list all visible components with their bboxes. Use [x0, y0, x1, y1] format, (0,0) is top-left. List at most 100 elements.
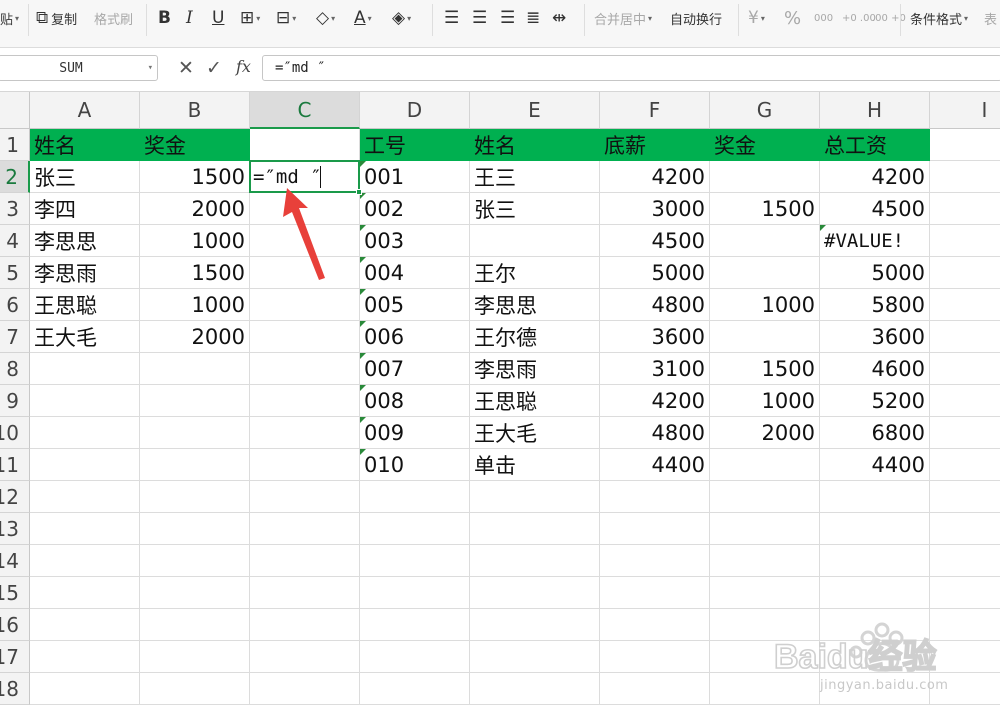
cell-e9[interactable]: 王思聪: [470, 385, 600, 417]
grid-cell[interactable]: [930, 321, 1000, 353]
cell-e5[interactable]: 王尔: [470, 257, 600, 289]
grid-cell[interactable]: [30, 641, 140, 673]
grid-cell[interactable]: [140, 641, 250, 673]
cell-style-button[interactable]: ⊟ ▾: [276, 0, 296, 36]
cell-h5[interactable]: 5000: [820, 257, 930, 289]
grid-cell[interactable]: [140, 673, 250, 705]
grid-cell[interactable]: [140, 513, 250, 545]
grid-cell[interactable]: [250, 353, 360, 385]
grid-cell[interactable]: [140, 385, 250, 417]
row-header-2[interactable]: 2: [0, 161, 30, 193]
row-header-1[interactable]: 1: [0, 129, 30, 161]
grid-cell[interactable]: [360, 545, 470, 577]
grid-cell[interactable]: [710, 513, 820, 545]
row-header-12[interactable]: 12: [0, 481, 30, 513]
underline-button[interactable]: U: [212, 0, 224, 36]
grid-cell[interactable]: [470, 673, 600, 705]
grid-cell[interactable]: [250, 609, 360, 641]
grid-cell[interactable]: [600, 577, 710, 609]
grid-cell[interactable]: [820, 513, 930, 545]
cell-f10[interactable]: 4800: [600, 417, 710, 449]
grid-cell[interactable]: [470, 545, 600, 577]
column-header-c[interactable]: C: [250, 92, 360, 129]
cell-d6[interactable]: 005: [360, 289, 470, 321]
grid-cell[interactable]: [360, 673, 470, 705]
cell-e7[interactable]: 王尔德: [470, 321, 600, 353]
row-header-14[interactable]: 14: [0, 545, 30, 577]
row-header-10[interactable]: 10: [0, 417, 30, 449]
grid-cell[interactable]: [600, 641, 710, 673]
cell-h1[interactable]: 总工资: [820, 129, 930, 161]
grid-cell[interactable]: [600, 673, 710, 705]
table-style-button[interactable]: 表: [984, 0, 997, 36]
merge-center-button[interactable]: 合并居中 ▾: [594, 0, 652, 36]
cell-g7[interactable]: [710, 321, 820, 353]
grid-cell[interactable]: [600, 609, 710, 641]
cell-f4[interactable]: 4500: [600, 225, 710, 257]
cell-g3[interactable]: 1500: [710, 193, 820, 225]
grid-cell[interactable]: [930, 545, 1000, 577]
grid-cell[interactable]: [600, 545, 710, 577]
cell-f3[interactable]: 3000: [600, 193, 710, 225]
cell-g2[interactable]: [710, 161, 820, 193]
cell-h11[interactable]: 4400: [820, 449, 930, 481]
grid-cell[interactable]: [30, 513, 140, 545]
cell-b2[interactable]: 1500: [140, 161, 250, 193]
grid-cell[interactable]: [250, 257, 360, 289]
column-header-a[interactable]: A: [30, 92, 140, 129]
grid-cell[interactable]: [30, 417, 140, 449]
grid-cell[interactable]: [930, 289, 1000, 321]
column-header-f[interactable]: F: [600, 92, 710, 129]
italic-button[interactable]: I: [186, 0, 193, 36]
cell-a5[interactable]: 李思雨: [30, 257, 140, 289]
cell-e6[interactable]: 李思思: [470, 289, 600, 321]
row-header-4[interactable]: 4: [0, 225, 30, 257]
cell-h6[interactable]: 5800: [820, 289, 930, 321]
grid-cell[interactable]: [30, 353, 140, 385]
grid-cell[interactable]: [360, 481, 470, 513]
row-header-18[interactable]: 18: [0, 673, 30, 705]
cell-f9[interactable]: 4200: [600, 385, 710, 417]
grid-cell[interactable]: [930, 513, 1000, 545]
cell-h8[interactable]: 4600: [820, 353, 930, 385]
clear-button[interactable]: ◈ ▾: [392, 0, 411, 36]
grid-cell[interactable]: [470, 577, 600, 609]
cell-b5[interactable]: 1500: [140, 257, 250, 289]
row-header-7[interactable]: 7: [0, 321, 30, 353]
cell-d4[interactable]: 003: [360, 225, 470, 257]
grid-cell[interactable]: [930, 257, 1000, 289]
percent-button[interactable]: %: [784, 0, 801, 36]
cell-a7[interactable]: 王大毛: [30, 321, 140, 353]
currency-button[interactable]: ¥ ▾: [748, 0, 765, 36]
cell-h9[interactable]: 5200: [820, 385, 930, 417]
cell-a6[interactable]: 王思聪: [30, 289, 140, 321]
grid-cell[interactable]: [250, 481, 360, 513]
cell-d7[interactable]: 006: [360, 321, 470, 353]
fill-handle[interactable]: [356, 189, 362, 195]
thousands-button[interactable]: 000: [814, 0, 833, 36]
grid-cell[interactable]: [930, 417, 1000, 449]
copy-button[interactable]: ⧉ 复制: [36, 0, 77, 36]
cell-b7[interactable]: 2000: [140, 321, 250, 353]
cancel-icon[interactable]: ✕: [178, 56, 194, 80]
grid-cell[interactable]: [250, 545, 360, 577]
format-painter-button[interactable]: 格式刷: [94, 0, 133, 36]
cell-b1[interactable]: 奖金: [140, 129, 250, 161]
cell-b3[interactable]: 2000: [140, 193, 250, 225]
active-cell-editor[interactable]: =″md ″: [249, 160, 360, 193]
cell-d11[interactable]: 010: [360, 449, 470, 481]
cell-a4[interactable]: 李思思: [30, 225, 140, 257]
grid-cell[interactable]: [250, 193, 360, 225]
grid-cell[interactable]: [470, 481, 600, 513]
row-header-13[interactable]: 13: [0, 513, 30, 545]
row-header-11[interactable]: 11: [0, 449, 30, 481]
cell-g6[interactable]: 1000: [710, 289, 820, 321]
borders-button[interactable]: ⊞ ▾: [240, 0, 260, 36]
align-left-button[interactable]: ☰: [444, 0, 459, 36]
grid-cell[interactable]: [250, 289, 360, 321]
cell-e10[interactable]: 王大毛: [470, 417, 600, 449]
grid-cell[interactable]: [250, 449, 360, 481]
confirm-check-icon[interactable]: ✓: [206, 56, 222, 80]
grid-cell[interactable]: [930, 481, 1000, 513]
grid-cell[interactable]: [30, 673, 140, 705]
